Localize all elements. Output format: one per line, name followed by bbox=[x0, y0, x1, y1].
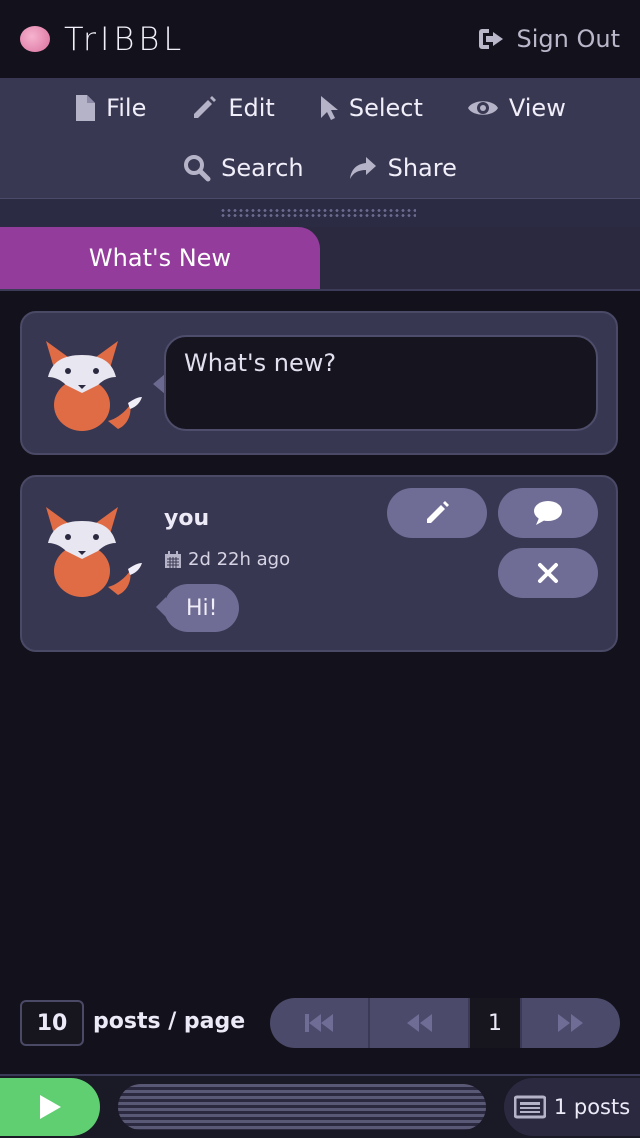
post-author[interactable]: you bbox=[164, 506, 209, 531]
menu-file[interactable]: File bbox=[74, 94, 146, 122]
next-page-button[interactable] bbox=[522, 998, 620, 1048]
fast-forward-icon bbox=[558, 1014, 583, 1032]
brand[interactable]: TrIBBL bbox=[20, 20, 185, 58]
search-icon bbox=[184, 155, 211, 182]
cursor-icon bbox=[320, 96, 338, 120]
menu-search-label: Search bbox=[221, 154, 304, 182]
first-page-button[interactable] bbox=[270, 998, 370, 1048]
bottom-bar: 1 posts bbox=[0, 1074, 640, 1138]
post-time-label: 2d 22h ago bbox=[188, 549, 291, 570]
compose-card: What's new? bbox=[20, 311, 618, 455]
tab-whats-new[interactable]: What's New bbox=[0, 227, 320, 289]
resize-handle[interactable] bbox=[0, 198, 640, 228]
post-count-label: 1 posts bbox=[553, 1095, 631, 1119]
previous-page-button[interactable] bbox=[370, 998, 470, 1048]
post-count: 1 posts bbox=[504, 1078, 640, 1136]
menu-select-label: Select bbox=[348, 94, 423, 122]
current-page[interactable]: 1 bbox=[470, 998, 522, 1048]
posts-per-page-label: posts / page bbox=[93, 1009, 246, 1034]
logo-icon bbox=[20, 26, 50, 52]
fox-avatar bbox=[46, 341, 142, 431]
pager: 1 bbox=[270, 998, 620, 1048]
menu-select[interactable]: Select bbox=[319, 94, 423, 122]
fox-avatar bbox=[46, 507, 142, 597]
newspaper-icon bbox=[513, 1095, 546, 1119]
file-icon bbox=[76, 95, 96, 121]
tab-whats-new-label: What's New bbox=[88, 244, 232, 272]
menu-view[interactable]: View bbox=[467, 94, 566, 122]
menu-file-label: File bbox=[106, 94, 147, 122]
tab-bar: What's New bbox=[0, 227, 640, 291]
menu-edit[interactable]: Edit bbox=[190, 94, 275, 122]
calendar-icon bbox=[165, 550, 181, 568]
top-bar: TrIBBL Sign Out bbox=[0, 0, 640, 78]
rewind-icon bbox=[407, 1014, 432, 1032]
compose-input[interactable]: What's new? bbox=[164, 335, 598, 431]
menu-view-label: View bbox=[508, 94, 566, 122]
post-message: Hi! bbox=[164, 584, 240, 632]
grip-icon bbox=[220, 208, 416, 217]
first-page-icon bbox=[305, 1014, 333, 1032]
menu-share[interactable]: Share bbox=[348, 154, 457, 182]
posts-per-page-input[interactable]: 10 bbox=[20, 1000, 84, 1046]
post-card: you 2d 22h ago Hi! bbox=[20, 475, 618, 652]
play-icon bbox=[40, 1095, 61, 1119]
menu-edit-label: Edit bbox=[228, 94, 275, 122]
sign-out-label: Sign Out bbox=[516, 25, 621, 53]
sign-out-icon bbox=[478, 29, 503, 49]
pencil-icon bbox=[427, 501, 449, 523]
app-title: TrIBBL bbox=[64, 20, 186, 58]
close-icon bbox=[538, 563, 558, 583]
sign-out-button[interactable]: Sign Out bbox=[477, 25, 621, 53]
main-menu: File Edit Select View Search Share bbox=[0, 78, 640, 198]
edit-post-button[interactable] bbox=[387, 488, 487, 538]
menu-share-label: Share bbox=[387, 154, 457, 182]
share-icon bbox=[349, 157, 376, 179]
pencil-icon bbox=[194, 96, 217, 118]
comment-icon bbox=[534, 501, 562, 525]
delete-post-button[interactable] bbox=[498, 548, 598, 598]
play-button[interactable] bbox=[0, 1078, 100, 1136]
timeline-scrubber[interactable] bbox=[118, 1084, 486, 1130]
post-timestamp: 2d 22h ago bbox=[164, 549, 290, 570]
eye-icon bbox=[467, 101, 498, 115]
comment-button[interactable] bbox=[498, 488, 598, 538]
menu-search[interactable]: Search bbox=[183, 154, 304, 182]
